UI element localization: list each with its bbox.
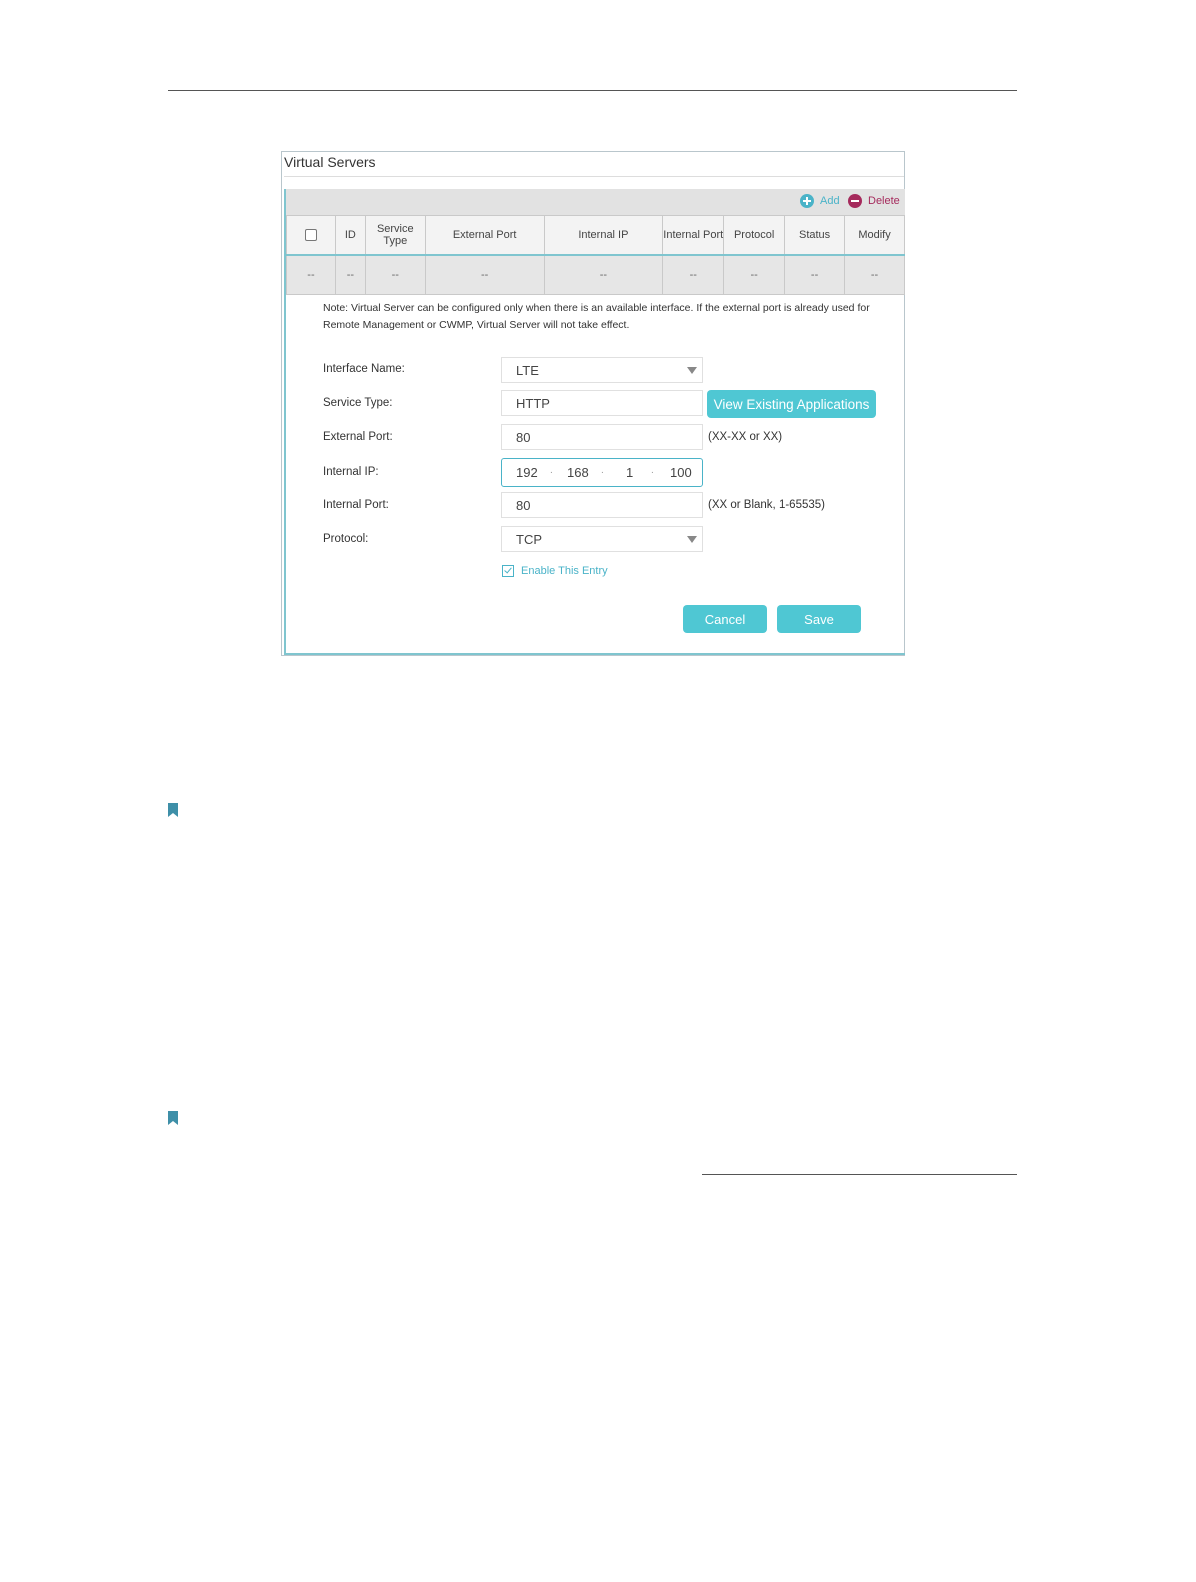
internal-ip-label: Internal IP: [323,466,379,478]
virtual-servers-table: ID Service Type External Port Internal I… [286,215,905,295]
table-header-row: ID Service Type External Port Internal I… [286,215,905,255]
bookmark-icon [168,803,178,817]
cancel-button[interactable]: Cancel [683,605,767,633]
virtual-servers-panel: Virtual Servers Add Delete ID Service Ty… [281,151,905,656]
external-port-input[interactable]: 80 [501,424,703,450]
interface-name-value: LTE [516,362,539,378]
minus-circle-icon [848,194,862,208]
col-service-type: Service Type [364,215,426,255]
protocol-value: TCP [516,531,542,547]
external-port-hint: (XX-XX or XX) [708,431,783,443]
table-cell: -- [286,253,336,295]
chevron-down-icon [687,367,697,374]
config-note: Note: Virtual Server can be configured o… [323,302,870,331]
internal-port-input[interactable]: 80 [501,492,703,518]
table-cell: -- [662,253,725,295]
col-internal-port: Internal Port [662,215,725,255]
enable-entry-checkbox[interactable] [502,565,514,577]
external-port-label: External Port: [323,431,393,443]
ip-dot: . [601,465,604,476]
panel-title: Virtual Servers [284,154,376,170]
ip-octet-3[interactable]: 1 [626,465,633,480]
protocol-select[interactable]: TCP [501,526,703,552]
select-all-header [286,215,336,255]
link-underline [702,1174,1017,1175]
plus-circle-icon [800,194,814,208]
ip-octet-1[interactable]: 192 [516,465,538,480]
col-modify: Modify [844,215,905,255]
ip-octet-4[interactable]: 100 [670,465,692,480]
table-row: -- -- -- -- -- -- -- -- -- [286,253,905,295]
table-toolbar: Add Delete [286,189,905,215]
header-rule [168,90,1017,91]
service-type-input[interactable]: HTTP [501,390,703,416]
chevron-down-icon [687,536,697,543]
col-protocol: Protocol [723,215,786,255]
internal-ip-input[interactable]: 192 . 168 . 1 . 100 [501,458,703,487]
virtual-servers-section: Add Delete ID Service Type External Port… [284,189,905,655]
title-divider [284,176,904,177]
col-internal-ip: Internal IP [543,215,664,255]
table-cell: -- [844,253,905,295]
table-cell: -- [543,253,664,295]
enable-entry-label: Enable This Entry [521,565,608,577]
service-type-label: Service Type: [323,397,393,409]
table-cell: -- [364,253,426,295]
select-all-checkbox[interactable] [304,228,317,241]
interface-name-label: Interface Name: [323,363,405,375]
bookmark-icon [168,1111,178,1125]
col-external-port: External Port [424,215,545,255]
service-type-value: HTTP [516,395,550,411]
protocol-label: Protocol: [323,533,369,545]
col-status: Status [784,215,846,255]
enable-entry-toggle[interactable]: Enable This Entry [502,565,608,577]
ip-dot: . [651,465,654,476]
table-cell: -- [424,253,545,295]
add-label: Add [820,195,840,207]
table-cell: -- [334,253,366,295]
external-port-value: 80 [516,429,531,445]
add-button[interactable]: Add [800,194,840,208]
delete-button[interactable]: Delete [848,194,900,208]
interface-name-select[interactable]: LTE [501,357,703,383]
table-cell: -- [784,253,846,295]
ip-dot: . [550,465,553,476]
save-button[interactable]: Save [777,605,861,633]
col-id: ID [334,215,366,255]
table-cell: -- [723,253,786,295]
internal-port-value: 80 [516,497,531,513]
delete-label: Delete [868,195,900,207]
view-existing-applications-button[interactable]: View Existing Applications [707,390,876,418]
ip-octet-2[interactable]: 168 [567,465,589,480]
internal-port-label: Internal Port: [323,499,389,511]
internal-port-hint: (XX or Blank, 1-65535) [708,499,825,511]
